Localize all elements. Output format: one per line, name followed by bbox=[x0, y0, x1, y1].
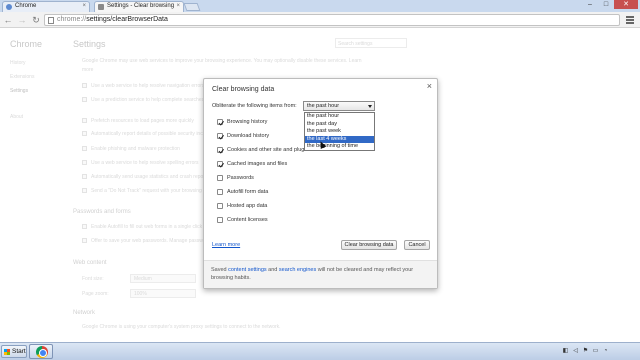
taskbar-chrome-button[interactable] bbox=[29, 344, 53, 359]
option-label: Content licenses bbox=[227, 217, 268, 223]
option-label: Browsing history bbox=[227, 119, 268, 125]
time-option-past-week[interactable]: the past week bbox=[305, 128, 374, 136]
checkbox[interactable] bbox=[217, 175, 223, 181]
option-label: Passwords bbox=[227, 175, 254, 181]
option-label: Hosted app data bbox=[227, 203, 268, 209]
clear-browsing-data-dialog: Clear browsing data × Obliterate the fol… bbox=[203, 78, 438, 289]
search-engines-link[interactable]: search engines bbox=[279, 267, 316, 273]
time-option-beginning-of-time[interactable]: the beginning of time bbox=[305, 143, 374, 151]
checkbox[interactable] bbox=[217, 161, 223, 167]
reload-icon[interactable]: ↻ bbox=[31, 15, 41, 25]
footer-text: Saved bbox=[211, 267, 229, 273]
window-controls: – □ ✕ bbox=[582, 0, 638, 10]
checkbox[interactable] bbox=[217, 203, 223, 209]
menu-icon[interactable] bbox=[626, 16, 634, 24]
address-bar[interactable]: chrome://settings/clearBrowserData bbox=[44, 14, 620, 26]
settings-favicon-icon bbox=[98, 4, 104, 10]
back-arrow-icon[interactable]: ← bbox=[3, 15, 13, 25]
tab-title: Settings - Clear browsing bbox=[107, 3, 175, 9]
obliterate-label: Obliterate the following items from: bbox=[212, 103, 297, 109]
chrome-logo-icon bbox=[36, 346, 48, 358]
tab-strip: Chrome × Settings - Clear browsing × – □… bbox=[0, 0, 640, 12]
url-scheme: chrome:// bbox=[57, 16, 87, 23]
clear-browsing-data-button[interactable]: Clear browsing data bbox=[341, 240, 397, 250]
time-option-past-hour[interactable]: the past hour bbox=[305, 113, 374, 121]
checkbox[interactable] bbox=[217, 217, 223, 223]
time-range-select[interactable]: the past hour bbox=[303, 101, 375, 111]
dialog-title: Clear browsing data bbox=[212, 86, 275, 93]
time-option-last-4-weeks[interactable]: the last 4 weeks bbox=[305, 135, 374, 143]
dropdown-arrow-icon bbox=[368, 105, 372, 108]
close-window-button[interactable]: ✕ bbox=[614, 0, 638, 9]
close-tab-icon[interactable]: × bbox=[176, 3, 180, 9]
dialog-footer: Saved content settings and search engine… bbox=[204, 260, 437, 288]
time-range-value: the past hour bbox=[307, 103, 340, 109]
time-range-dropdown: the past hour the past day the past week… bbox=[304, 112, 375, 151]
checkbox[interactable] bbox=[217, 133, 223, 139]
content-settings-link[interactable]: content settings bbox=[228, 267, 267, 273]
start-button[interactable]: Start bbox=[1, 345, 27, 358]
page-icon bbox=[48, 17, 54, 24]
option-label: Download history bbox=[227, 133, 270, 139]
start-label: Start bbox=[12, 348, 26, 355]
flag-icon[interactable]: ⚑ bbox=[582, 347, 589, 355]
maximize-button[interactable]: □ bbox=[598, 0, 614, 9]
tab-chrome[interactable]: Chrome × bbox=[2, 1, 90, 12]
close-tab-icon[interactable]: × bbox=[82, 3, 86, 9]
browser-toolbar: ← → ↻ chrome://settings/clearBrowserData bbox=[0, 12, 640, 28]
network-icon[interactable]: ◧ bbox=[562, 347, 569, 355]
close-dialog-icon[interactable]: × bbox=[427, 81, 432, 91]
tab-title: Chrome bbox=[15, 3, 37, 9]
checkbox[interactable] bbox=[217, 189, 223, 195]
learn-more-link[interactable]: Learn more bbox=[212, 242, 240, 248]
url-path: settings/clearBrowserData bbox=[86, 16, 168, 23]
minimize-button[interactable]: – bbox=[582, 0, 598, 9]
windows-logo-icon bbox=[4, 349, 10, 355]
taskbar: Start ◧ ◁ ⚑ ▭ ◔ bbox=[0, 342, 640, 360]
forward-arrow-icon[interactable]: → bbox=[17, 15, 27, 25]
battery-icon[interactable]: ▭ bbox=[592, 347, 599, 355]
new-tab-button[interactable] bbox=[183, 3, 201, 11]
volume-icon[interactable]: ◁ bbox=[572, 347, 579, 355]
checkbox[interactable] bbox=[217, 147, 223, 153]
tab-settings[interactable]: Settings - Clear browsing × bbox=[94, 1, 184, 12]
cancel-button[interactable]: Cancel bbox=[404, 240, 430, 250]
footer-text: and bbox=[266, 267, 279, 273]
time-option-past-day[interactable]: the past day bbox=[305, 121, 374, 129]
system-tray: ◧ ◁ ⚑ ▭ ◔ bbox=[562, 347, 609, 355]
clock-icon[interactable]: ◔ bbox=[602, 347, 609, 355]
option-label: Cached images and files bbox=[227, 161, 288, 167]
chrome-favicon-icon bbox=[6, 4, 12, 10]
option-label: Autofill form data bbox=[227, 189, 269, 195]
checkbox[interactable] bbox=[217, 119, 223, 125]
